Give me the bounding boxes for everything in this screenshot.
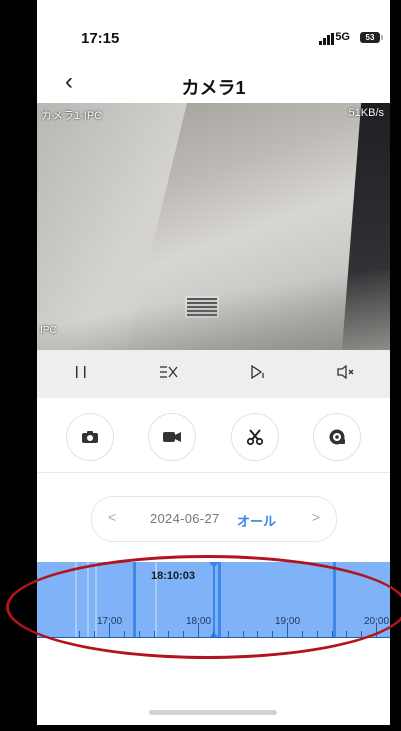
timeline-tick — [242, 631, 244, 638]
status-bar: 17:15 5G 53 — [37, 0, 390, 60]
timeline-tick — [168, 631, 170, 638]
speed-play-button[interactable] — [312, 413, 361, 461]
speed-button[interactable] — [149, 365, 189, 383]
network-type: 5G — [335, 31, 350, 43]
timeline-segment-mark — [133, 562, 136, 638]
record-button[interactable] — [148, 413, 197, 461]
timeline-tick — [212, 631, 214, 638]
speaker-mute-icon — [337, 364, 354, 380]
clip-button[interactable] — [230, 413, 279, 461]
speed-list-icon — [160, 366, 178, 378]
page-title: カメラ1 — [181, 78, 246, 98]
action-buttons — [37, 413, 390, 461]
home-indicator[interactable] — [149, 710, 277, 715]
filter-all[interactable]: オール — [237, 511, 276, 530]
video-camera-icon — [163, 432, 182, 442]
date-selector: < 2024-06-27 オール > — [91, 496, 337, 542]
timeline-segment-gap — [75, 562, 77, 638]
video-frame-shadow — [37, 270, 390, 350]
timeline-segment-mark — [333, 562, 336, 638]
timeline-tick — [123, 631, 125, 638]
selected-date[interactable]: 2024-06-27 — [150, 511, 220, 526]
timeline-tick — [376, 624, 377, 638]
pause-button[interactable] — [61, 365, 101, 383]
signal-icon — [319, 33, 334, 45]
step-forward-button[interactable] — [238, 364, 278, 383]
scissors-icon — [246, 429, 263, 446]
timeline-tick — [301, 631, 303, 638]
recording-timeline[interactable]: 18:10:03 17:00 18:00 19:00 20:00 — [37, 562, 390, 638]
timeline-tick — [138, 631, 140, 638]
timeline-tick — [153, 631, 155, 638]
camera-label: カメラ1-IPC — [41, 110, 103, 122]
timeline-cursor[interactable] — [213, 562, 215, 638]
next-day-button[interactable]: > — [312, 509, 320, 525]
pause-icon — [76, 366, 86, 378]
playback-controls — [37, 350, 390, 398]
battery-icon: 53 — [360, 32, 383, 43]
ipc-label: IPC — [40, 325, 57, 336]
timeline-tick — [109, 624, 110, 638]
prev-day-button[interactable]: < — [108, 509, 116, 525]
timeline-tick — [361, 631, 363, 638]
timeline-tick — [272, 631, 274, 638]
timeline-tick — [94, 631, 96, 638]
timeline-tick — [79, 631, 81, 638]
timeline-tick — [183, 631, 185, 638]
timeline-tick — [287, 624, 288, 638]
snapshot-button[interactable] — [66, 413, 115, 461]
timeline-cursor-top — [209, 562, 219, 568]
speed-icon — [329, 429, 345, 445]
video-player[interactable]: カメラ1-IPC 51KB/s IPC — [37, 103, 390, 350]
timeline-segment-mark — [218, 562, 221, 638]
status-time: 17:15 — [81, 30, 120, 47]
bitrate-label: 51KB/s — [348, 107, 384, 119]
mute-button[interactable] — [326, 364, 366, 383]
timeline-tick — [346, 631, 348, 638]
current-time: 18:10:03 — [151, 570, 196, 582]
timeline-segment-gap — [87, 562, 89, 638]
step-forward-icon — [250, 364, 264, 380]
timeline-tick — [198, 624, 199, 638]
camera-icon — [82, 431, 99, 443]
timeline-tick — [227, 631, 229, 638]
timeline-tick — [331, 631, 333, 638]
timeline-tick — [316, 631, 318, 638]
phone-screen: 17:15 5G 53 ‹ カメラ1 カメラ1-IPC 51KB/s IPC <… — [37, 0, 390, 725]
section-divider — [37, 472, 390, 473]
timeline-tick — [257, 631, 259, 638]
